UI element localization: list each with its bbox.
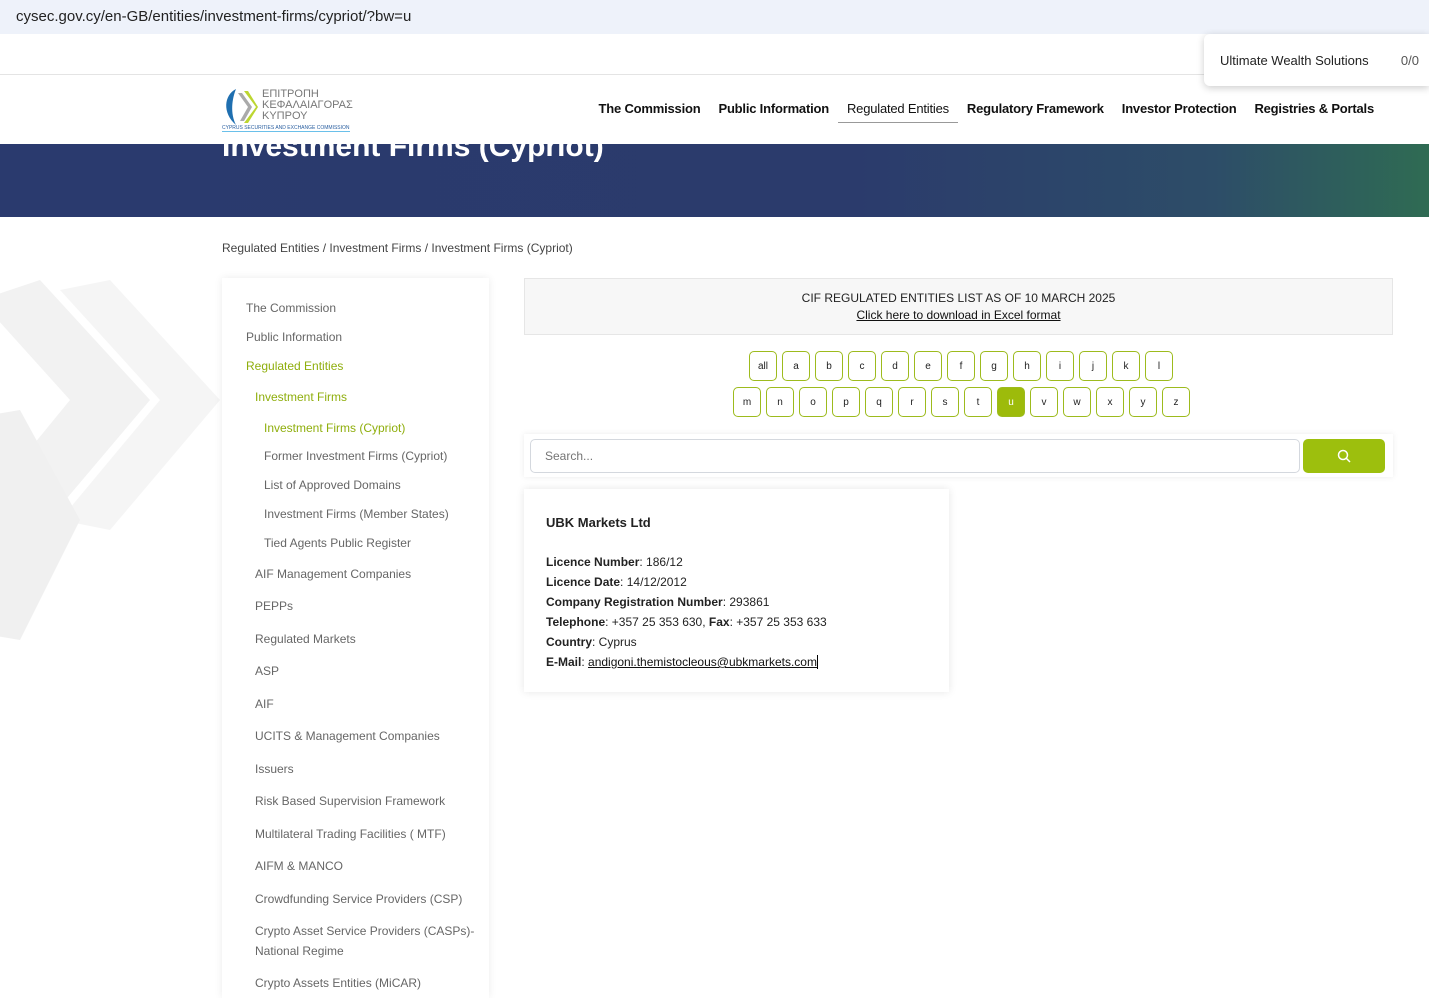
sidebar-item[interactable]: National Regime <box>255 941 344 961</box>
main-nav: The Commission Public Information Regula… <box>590 101 1383 123</box>
letter-filter-j[interactable]: j <box>1079 351 1107 381</box>
sidebar-item[interactable]: Investment Firms <box>255 387 347 407</box>
letter-filter-o[interactable]: o <box>799 387 827 417</box>
find-count: 0/0 <box>1400 52 1419 68</box>
nav-investor-protection[interactable]: Investor Protection <box>1113 101 1246 123</box>
nav-regulatory-framework[interactable]: Regulatory Framework <box>958 101 1113 123</box>
letter-filter-a[interactable]: a <box>782 351 810 381</box>
sidebar-item[interactable]: Risk Based Supervision Framework <box>255 791 445 811</box>
search-icon <box>1337 449 1351 463</box>
cysec-logo[interactable]: ΕΠΙΤΡΟΠΗ ΚΕΦΑΛΑΙΑΓΟΡΑΣ ΚΥΠΡΟΥ CYPRUS SECUR… <box>222 85 353 133</box>
breadcrumb[interactable]: Regulated Entities / Investment Firms / … <box>222 241 573 255</box>
letter-filter-n[interactable]: n <box>766 387 794 417</box>
sidebar-item[interactable]: Regulated Markets <box>255 629 356 649</box>
sidebar-item[interactable]: PEPPs <box>255 596 293 616</box>
letter-filter-h[interactable]: h <box>1013 351 1041 381</box>
letter-filter-m[interactable]: m <box>733 387 761 417</box>
letter-filter-z[interactable]: z <box>1162 387 1190 417</box>
sidebar-item[interactable]: Former Investment Firms (Cypriot) <box>264 446 447 466</box>
country: Cyprus <box>598 635 637 649</box>
letter-filter-w[interactable]: w <box>1063 387 1091 417</box>
letter-filter-r[interactable]: r <box>898 387 926 417</box>
licence-number: 186/12 <box>646 555 683 569</box>
sidebar-item[interactable]: Public Information <box>246 327 342 347</box>
sidebar-item[interactable]: Regulated Entities <box>246 356 343 376</box>
sidebar-item[interactable]: Issuers <box>255 759 294 779</box>
licence-date-label: Licence Date <box>546 575 621 589</box>
entity-name: UBK Markets Ltd <box>546 515 651 530</box>
telephone: +357 25 353 630 <box>611 615 703 629</box>
logo-subtitle: CYPRUS SECURITIES AND EXCHANGE COMMISSIO… <box>222 125 350 132</box>
letter-filter-x[interactable]: x <box>1096 387 1124 417</box>
letter-filter-v[interactable]: v <box>1030 387 1058 417</box>
letter-filter-c[interactable]: c <box>848 351 876 381</box>
logo-mark-icon <box>226 89 258 125</box>
sidebar-item[interactable]: The Commission <box>246 298 336 318</box>
letter-filter-l[interactable]: l <box>1145 351 1173 381</box>
letter-filter-k[interactable]: k <box>1112 351 1140 381</box>
country-label: Country <box>546 635 592 649</box>
letter-filter-e[interactable]: e <box>914 351 942 381</box>
sidebar-item[interactable]: List of Approved Domains <box>264 475 401 495</box>
fax: +357 25 353 633 <box>736 615 827 629</box>
nav-registries-portals[interactable]: Registries & Portals <box>1245 101 1383 123</box>
sidebar-item[interactable]: ASP <box>255 661 279 681</box>
nav-regulated-entities[interactable]: Regulated Entities <box>837 101 958 123</box>
fax-label: Fax <box>708 615 730 629</box>
address-bar[interactable]: cysec.gov.cy/en-GB/entities/investment-f… <box>0 0 1429 34</box>
search-bar <box>524 434 1393 477</box>
sidebar-item[interactable]: Investment Firms (Cypriot) <box>264 418 405 438</box>
sidebar-item[interactable]: Crypto Assets Entities (MiCAR) <box>255 973 421 993</box>
sidebar-item[interactable]: Crypto Asset Service Providers (CASPs)- <box>255 921 474 941</box>
letter-filter-b[interactable]: b <box>815 351 843 381</box>
letter-filter-p[interactable]: p <box>832 387 860 417</box>
letter-filter-g[interactable]: g <box>980 351 1008 381</box>
letter-filter-i[interactable]: i <box>1046 351 1074 381</box>
sidebar-item[interactable]: Multilateral Trading Facilities ( MTF) <box>255 824 446 844</box>
sidebar-item[interactable]: AIF <box>255 694 274 714</box>
registration-label: Company Registration Number <box>546 595 723 609</box>
email-label: E-Mail <box>546 655 582 669</box>
search-input[interactable] <box>530 439 1300 473</box>
letter-filter-d[interactable]: d <box>881 351 909 381</box>
letter-filter-q[interactable]: q <box>865 387 893 417</box>
letter-filter-s[interactable]: s <box>931 387 959 417</box>
sidebar-item[interactable]: Crowdfunding Service Providers (CSP) <box>255 889 462 909</box>
find-query[interactable]: Ultimate Wealth Solutions <box>1220 53 1369 68</box>
registration-number: 293861 <box>729 595 770 609</box>
letter-filter-t[interactable]: t <box>964 387 992 417</box>
letter-filter-row-1: all a b c d e f g h i j k l <box>749 351 1173 381</box>
sidebar-item[interactable]: Tied Agents Public Register <box>264 533 411 553</box>
decorative-chevrons-icon <box>0 280 220 640</box>
cif-list-box: CIF REGULATED ENTITIES LIST AS OF 10 MAR… <box>524 278 1393 335</box>
nav-public-information[interactable]: Public Information <box>709 101 838 123</box>
letter-filter-y[interactable]: y <box>1129 387 1157 417</box>
letter-filter-u[interactable]: u <box>997 387 1025 417</box>
sidebar-item[interactable]: AIF Management Companies <box>255 564 411 584</box>
sidebar: The Commission Public Information Regulate… <box>222 278 489 998</box>
page-banner: Investment Firms (Cypriot) <box>0 144 1429 217</box>
download-excel-link[interactable]: Click here to download in Excel format <box>525 308 1392 322</box>
sidebar-item[interactable]: Investment Firms (Member States) <box>264 504 449 524</box>
letter-filter-row-2: mnopqrstuvwxyz <box>733 387 1190 417</box>
search-button[interactable] <box>1303 439 1385 473</box>
licence-date: 14/12/2012 <box>626 575 687 589</box>
cif-title: CIF REGULATED ENTITIES LIST AS OF 10 MAR… <box>801 291 1116 305</box>
sidebar-item[interactable]: AIFM & MANCO <box>255 856 343 876</box>
licence-number-label: Licence Number <box>546 555 640 569</box>
nav-the-commission[interactable]: The Commission <box>590 101 710 123</box>
letter-filter-all[interactable]: all <box>749 351 777 381</box>
logo-line3: ΚΥΠΡΟΥ <box>262 110 308 122</box>
find-bar[interactable]: Ultimate Wealth Solutions 0/0 <box>1204 34 1429 86</box>
page-title: Investment Firms (Cypriot) <box>222 144 604 163</box>
entity-card: UBK Markets Ltd Licence Number: 186/12 L… <box>524 489 949 692</box>
telephone-label: Telephone <box>546 615 606 629</box>
sidebar-item[interactable]: UCITS & Management Companies <box>255 726 440 746</box>
letter-filter-f[interactable]: f <box>947 351 975 381</box>
email-link[interactable]: andigoni.themistocleous@ubkmarkets.com <box>588 655 818 669</box>
